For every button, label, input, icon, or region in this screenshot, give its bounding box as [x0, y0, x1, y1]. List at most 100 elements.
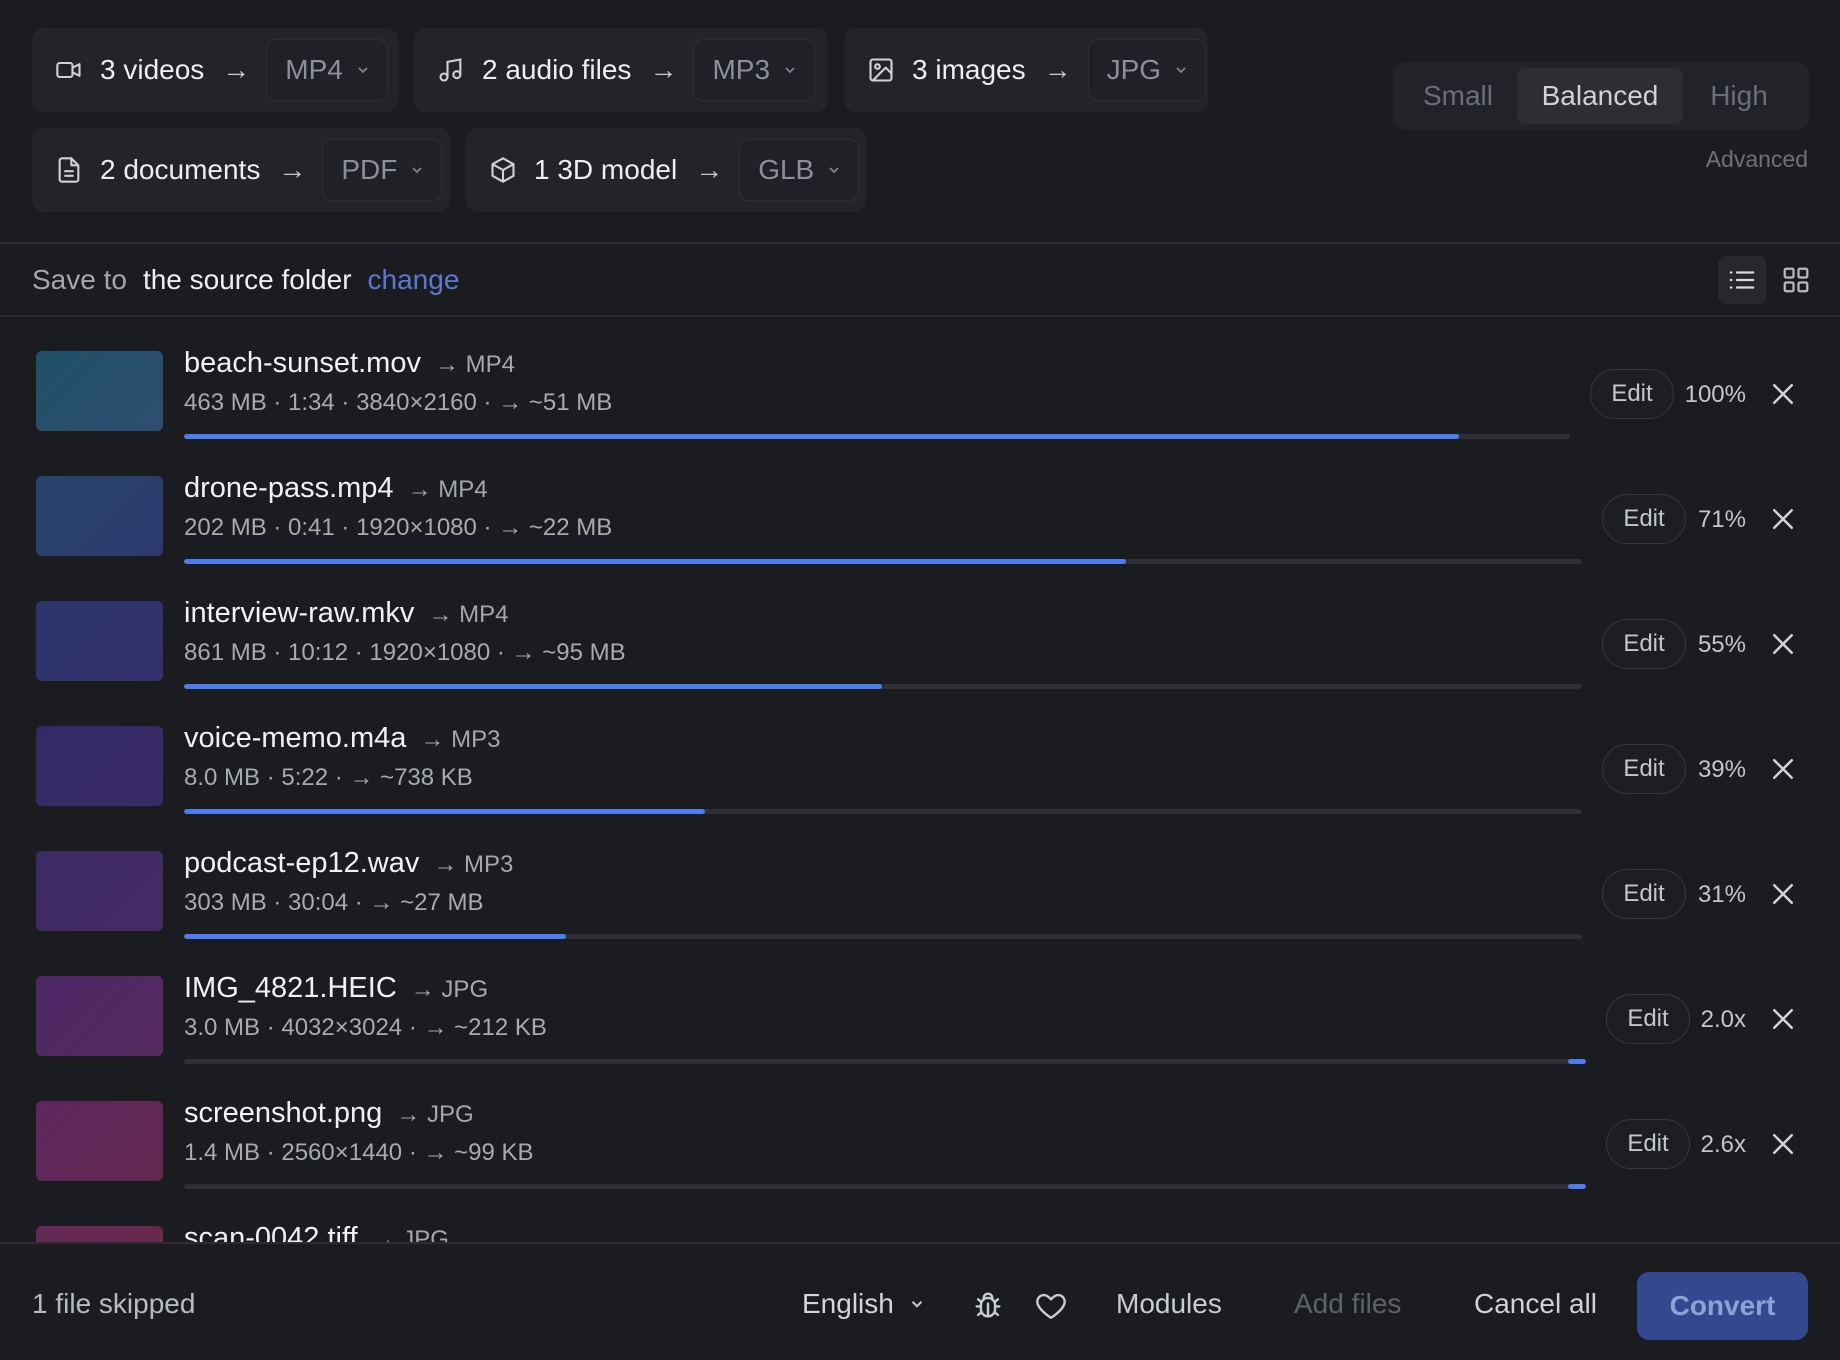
file-meta: 3.0 MB · 4032×3024 · → ~212 KB [184, 1014, 547, 1041]
progress-fill [184, 559, 1126, 564]
thumbnail [36, 976, 163, 1056]
target-format: → MP4 [434, 351, 515, 378]
grid-view-button[interactable] [1772, 256, 1820, 304]
advanced-link[interactable]: Advanced [1706, 146, 1808, 173]
group-label: 2 audio files [482, 54, 632, 85]
status-value: 100% [1684, 381, 1746, 408]
list-view-button[interactable] [1718, 256, 1766, 304]
progress-bar [184, 1059, 1586, 1064]
save-to-label: Save to [32, 264, 127, 295]
remove-button[interactable] [1768, 379, 1798, 409]
footer-bar: 1 file skipped English Modules Add files… [0, 1242, 1840, 1360]
target-format: → MP3 [420, 726, 501, 753]
arrow: → [649, 54, 678, 85]
change-location-link[interactable]: change [368, 264, 460, 296]
progress-bar [184, 434, 1570, 439]
file-name: beach-sunset.mov → MP4 [184, 347, 515, 379]
arrow: → [222, 54, 251, 85]
close-icon [1773, 1134, 1793, 1154]
file-name: podcast-ep12.wav → MP3 [184, 847, 514, 879]
file-row: drone-pass.mp4 → MP4 202 MB · 0:41 · 1920… [0, 442, 1840, 568]
arrow: → [278, 154, 307, 185]
target-format: → MP3 [433, 851, 514, 878]
remove-button[interactable] [1768, 504, 1798, 534]
status-value: 55% [1697, 631, 1746, 658]
grid-view-icon [1783, 267, 1809, 293]
format-value: MP4 [285, 54, 343, 85]
thumbnail [36, 601, 163, 681]
bug-icon [975, 1292, 1001, 1318]
file-name: screenshot.png → JPG [184, 1097, 474, 1129]
report-bug-button[interactable] [971, 1288, 1005, 1322]
format-select-3d-models[interactable]: GLB [739, 139, 860, 201]
file-row: interview-raw.mkv → MP4 861 MB · 10:12 · … [0, 567, 1840, 693]
save-location-bar: Save to the source folder change [0, 245, 1840, 315]
edit-button[interactable]: Edit [1602, 494, 1686, 544]
file-row: screenshot.png → JPG 1.4 MB · 2560×1440 ·… [0, 1067, 1840, 1193]
chevron-down-icon [358, 67, 368, 74]
thumbnail [36, 476, 163, 556]
format-value: MP3 [712, 54, 771, 85]
format-select-videos[interactable]: MP4 [266, 39, 388, 101]
progress-bar [184, 809, 1582, 814]
close-icon [1773, 509, 1793, 529]
chevron-down-icon [412, 167, 422, 174]
progress-fill [1568, 1184, 1586, 1189]
format-value: GLB [758, 154, 815, 185]
group-label: 3 videos [100, 54, 205, 85]
file-meta: 463 MB · 1:34 · 3840×2160 · → ~51 MB [184, 389, 613, 416]
remove-button[interactable] [1768, 879, 1798, 909]
quality-selector: Small Balanced High [1393, 62, 1809, 130]
image-icon [866, 55, 896, 85]
group-label: 2 documents [100, 154, 261, 185]
file-name: interview-raw.mkv → MP4 [184, 597, 509, 629]
chevron-down-icon [785, 67, 795, 74]
edit-button[interactable]: Edit [1590, 369, 1674, 419]
format-select-audio[interactable]: MP3 [693, 39, 816, 101]
remove-button[interactable] [1768, 1004, 1798, 1034]
convert-button[interactable]: Convert [1637, 1272, 1808, 1340]
file-name: IMG_4821.HEIC → JPG [184, 972, 489, 1004]
target-format: → JPG [396, 1101, 474, 1128]
group-3d-models: 1 3D model → GLB [466, 128, 866, 212]
file-row: scan-0042.tiff → JPG [0, 1192, 1840, 1242]
cube-icon [488, 155, 518, 185]
language-select[interactable]: English [802, 1288, 926, 1320]
save-location: the source folder [142, 264, 352, 295]
target-format: → MP4 [407, 476, 488, 503]
file-name: scan-0042.tiff → JPG [184, 1222, 449, 1242]
arrow: → [695, 154, 724, 185]
quality-small[interactable]: Small [1399, 68, 1517, 124]
donate-button[interactable] [1034, 1288, 1068, 1322]
close-icon [1773, 1009, 1793, 1029]
language-value: English [802, 1288, 894, 1319]
file-meta: 202 MB · 0:41 · 1920×1080 · → ~22 MB [184, 514, 613, 541]
remove-button[interactable] [1768, 1129, 1798, 1159]
group-images: 3 images → JPG [844, 28, 1208, 112]
progress-bar [184, 559, 1582, 564]
status-value: 71% [1697, 506, 1746, 533]
edit-button[interactable]: Edit [1602, 869, 1686, 919]
close-icon [1773, 884, 1793, 904]
close-icon [1773, 759, 1793, 779]
progress-fill [184, 809, 705, 814]
cancel-all-button[interactable]: Cancel all [1474, 1288, 1597, 1320]
skipped-status[interactable]: 1 file skipped [32, 1288, 195, 1320]
format-value: PDF [341, 154, 398, 185]
format-select-documents[interactable]: PDF [322, 139, 443, 201]
quality-high[interactable]: High [1683, 68, 1795, 124]
edit-button[interactable]: Edit [1602, 744, 1686, 794]
chevron-down-icon [829, 167, 839, 174]
modules-button[interactable]: Modules [1116, 1288, 1222, 1320]
status-value: 31% [1697, 881, 1746, 908]
group-audio: 2 audio files → MP3 [414, 28, 828, 112]
quality-balanced[interactable]: Balanced [1517, 68, 1683, 124]
add-files-button[interactable]: Add files [1294, 1288, 1401, 1320]
status-value: 2.0x [1700, 1006, 1746, 1033]
remove-button[interactable] [1768, 754, 1798, 784]
progress-bar [184, 1184, 1586, 1189]
edit-button[interactable]: Edit [1602, 619, 1686, 669]
format-select-images[interactable]: JPG [1087, 39, 1207, 101]
remove-button[interactable] [1768, 629, 1798, 659]
target-format: → JPG [371, 1226, 449, 1242]
